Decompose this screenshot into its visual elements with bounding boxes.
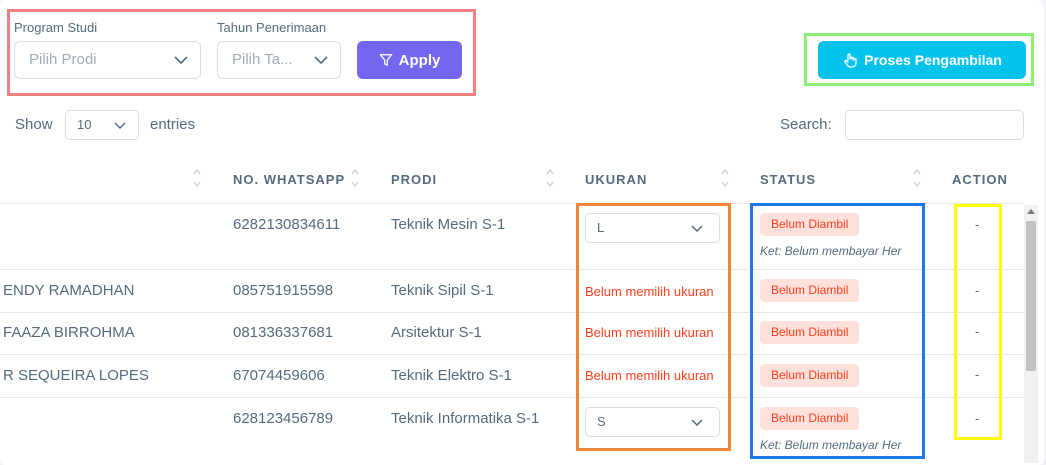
action-highlight	[954, 204, 1002, 440]
apply-button[interactable]: Apply	[357, 41, 462, 79]
chevron-down-icon	[114, 122, 126, 129]
header-divider	[0, 203, 1024, 204]
row-whatsapp: 628123456789	[233, 410, 334, 427]
row-prodi: Arsitektur S-1	[391, 324, 482, 341]
row-action: -	[975, 367, 980, 382]
chevron-down-icon	[314, 56, 328, 64]
sort-icon[interactable]	[913, 168, 921, 188]
search-input[interactable]	[845, 110, 1024, 140]
row-divider	[0, 269, 1024, 270]
chevron-down-icon	[174, 56, 188, 64]
column-header-prodi[interactable]: PRODI	[391, 172, 437, 187]
scrollbar-thumb[interactable]	[1026, 221, 1036, 371]
page-card: Program Studi Pilih Prodi Tahun Penerima…	[0, 0, 1044, 465]
row-prodi: Teknik Informatika S-1	[391, 410, 540, 427]
row-divider	[0, 354, 1024, 355]
row-name: FAAZA BIRROHMA	[3, 324, 135, 341]
ukuran-select-value: S	[597, 414, 606, 429]
column-header-whatsapp[interactable]: NO. WHATSAPP	[233, 172, 345, 187]
row-action: -	[975, 324, 980, 339]
row-name: R SEQUEIRA LOPES	[3, 367, 149, 384]
row-divider	[0, 312, 1024, 313]
chevron-down-icon	[691, 225, 703, 232]
proses-button-label: Proses Pengambilan	[864, 52, 1002, 68]
ukuran-warning: Belum memilih ukuran	[585, 325, 714, 340]
ukuran-select[interactable]: L	[585, 213, 720, 243]
show-label: Show	[15, 116, 53, 133]
row-whatsapp: 081336337681	[233, 324, 334, 341]
status-badge: Belum Diambil	[760, 321, 860, 344]
row-prodi: Teknik Elektro S-1	[391, 367, 512, 384]
status-badge: Belum Diambil	[760, 364, 860, 387]
ukuran-select[interactable]: S	[585, 407, 720, 437]
prodi-select-value: Pilih Prodi	[29, 51, 97, 68]
row-whatsapp: 085751915598	[233, 282, 334, 299]
chevron-down-icon	[691, 419, 703, 426]
row-prodi: Teknik Mesin S-1	[391, 216, 506, 233]
sort-icon[interactable]	[193, 168, 201, 188]
hand-pointer-icon	[844, 53, 857, 68]
scroll-up-arrow[interactable]	[1027, 209, 1035, 214]
row-divider	[0, 397, 1024, 398]
column-header-action[interactable]: ACTION	[952, 172, 1008, 187]
entries-select-value: 10	[77, 117, 92, 132]
prodi-select[interactable]: Pilih Prodi	[14, 41, 201, 79]
status-badge: Belum Diambil	[760, 213, 860, 236]
proses-pengambilan-button[interactable]: Proses Pengambilan	[818, 41, 1026, 79]
row-name: ENDY RAMADHAN	[3, 282, 135, 299]
tahun-select-value: Pilih Ta...	[232, 51, 293, 68]
row-prodi: Teknik Sipil S-1	[391, 282, 494, 299]
column-header-ukuran[interactable]: UKURAN	[585, 172, 647, 187]
tahun-select[interactable]: Pilih Ta...	[217, 41, 341, 79]
ukuran-warning: Belum memilih ukuran	[585, 368, 714, 383]
ukuran-warning: Belum memilih ukuran	[585, 284, 714, 299]
row-action: -	[975, 217, 980, 232]
entries-label: entries	[150, 116, 196, 133]
entries-select[interactable]: 10	[65, 110, 139, 140]
prodi-label: Program Studi	[14, 20, 98, 35]
status-note: Ket: Belum membayar Her	[760, 244, 902, 258]
search-label: Search:	[780, 116, 832, 133]
sort-icon[interactable]	[546, 168, 554, 188]
ukuran-select-value: L	[597, 220, 605, 235]
tahun-label: Tahun Penerimaan	[217, 20, 327, 35]
row-action: -	[975, 283, 980, 298]
apply-button-label: Apply	[398, 51, 441, 69]
row-whatsapp: 67074459606	[233, 367, 325, 384]
column-header-status[interactable]: STATUS	[760, 172, 816, 187]
row-whatsapp: 6282130834611	[233, 216, 341, 233]
row-action: -	[975, 411, 980, 426]
sort-icon[interactable]	[351, 168, 359, 188]
status-badge: Belum Diambil	[760, 407, 860, 430]
filter-icon	[379, 54, 392, 66]
sort-icon[interactable]	[721, 168, 729, 188]
status-note: Ket: Belum membayar Her	[760, 438, 902, 452]
status-badge: Belum Diambil	[760, 279, 860, 302]
